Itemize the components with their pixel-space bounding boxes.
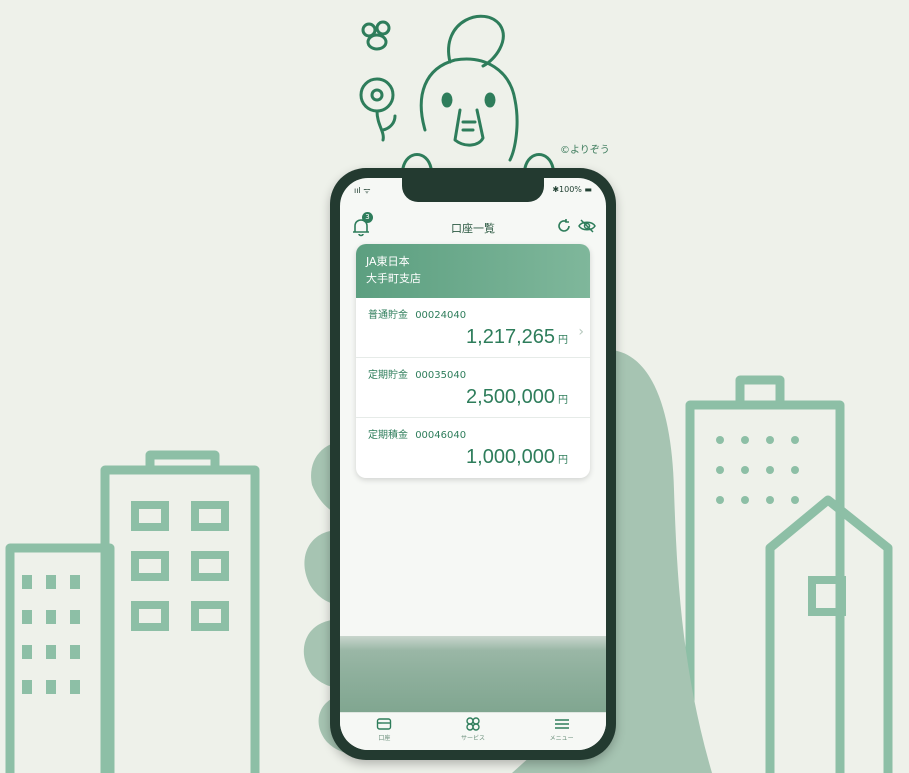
tab-bar: 口座 サービス メニュー [340,712,606,750]
card-header: JA東日本 大手町支店 [356,244,590,298]
tab-services[interactable]: サービス [429,713,518,750]
clover-icon [466,717,480,731]
account-type: 定期積金 [368,430,408,441]
bank-name: JA東日本 [366,255,410,268]
chevron-right-icon: › [578,324,584,340]
menu-icon [554,719,569,729]
copyright-text: ©よりぞう [560,145,610,156]
account-number: 00046040 [415,430,467,441]
account-balance: 2,500,000 [466,386,555,408]
nav-bar: 3 口座一覧 [340,208,606,242]
landscape-image [340,636,606,716]
account-card: JA東日本 大手町支店 普通貯金 00024040 1,217,265 円 › 定… [356,244,590,478]
account-number: 00024040 [415,310,467,321]
currency-unit: 円 [558,455,568,466]
currency-unit: 円 [558,335,568,346]
currency-unit: 円 [558,395,568,406]
tab-accounts[interactable]: 口座 [340,713,429,750]
tab-menu[interactable]: メニュー [517,713,606,750]
account-row[interactable]: 定期貯金 00035040 2,500,000 円 [356,358,590,418]
account-type: 普通貯金 [368,310,408,321]
account-row[interactable]: 定期積金 00046040 1,000,000 円 [356,418,590,478]
account-row[interactable]: 普通貯金 00024040 1,217,265 円 › [356,298,590,358]
phone-notch [402,178,544,202]
hide-balance-icon[interactable] [578,218,596,234]
account-type: 定期貯金 [368,370,408,381]
tab-label: メニュー [549,735,574,742]
account-balance: 1,217,265 [466,326,555,348]
status-battery: ✱100% ▬ [552,185,592,194]
status-signal: ııl ᯤ [354,186,371,195]
account-balance: 1,000,000 [466,446,555,468]
tab-label: 口座 [378,735,391,742]
branch-name: 大手町支店 [366,272,421,285]
app-screen: ııl ᯤ ✱100% ▬ 3 口座一覧 JA東日本 大手町支店 普通貯金 00… [340,178,606,750]
account-number: 00035040 [415,370,467,381]
smartphone: ııl ᯤ ✱100% ▬ 3 口座一覧 JA東日本 大手町支店 普通貯金 00… [330,168,616,760]
wallet-icon [377,718,392,730]
reload-icon[interactable] [556,218,572,234]
tab-label: サービス [461,735,486,742]
